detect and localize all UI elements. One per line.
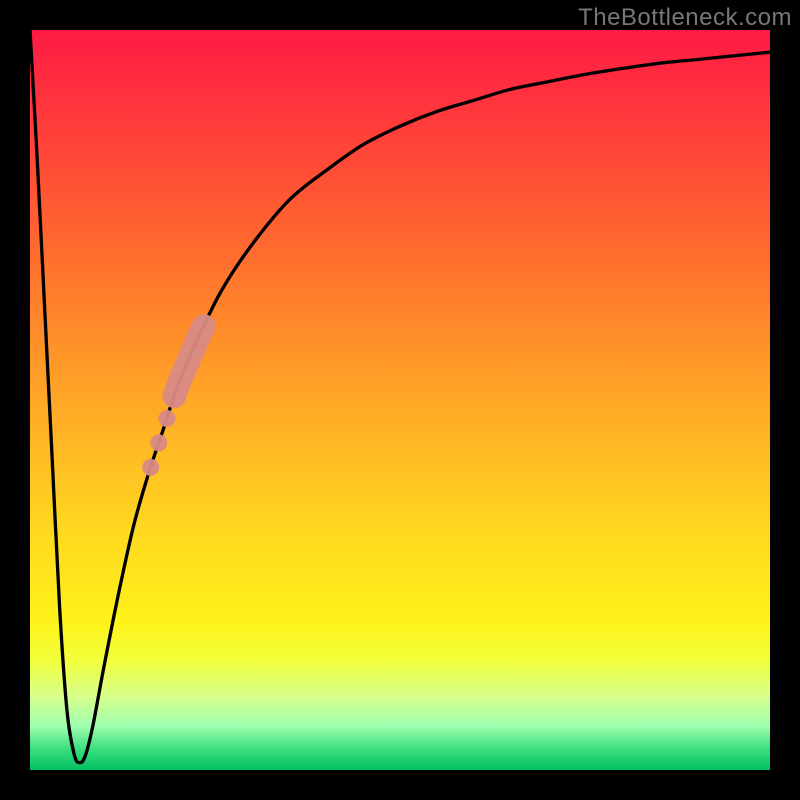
highlight-segment-top [174,326,204,396]
curve-markers [142,326,204,476]
watermark-text: TheBottleneck.com [578,4,792,32]
bottleneck-curve [30,30,770,763]
highlight-dot-3 [142,459,159,476]
chart-frame: TheBottleneck.com [0,0,800,800]
plot-area [30,30,770,770]
curve-svg [30,30,770,770]
highlight-dot-1 [158,410,175,427]
highlight-dot-2 [150,434,167,451]
